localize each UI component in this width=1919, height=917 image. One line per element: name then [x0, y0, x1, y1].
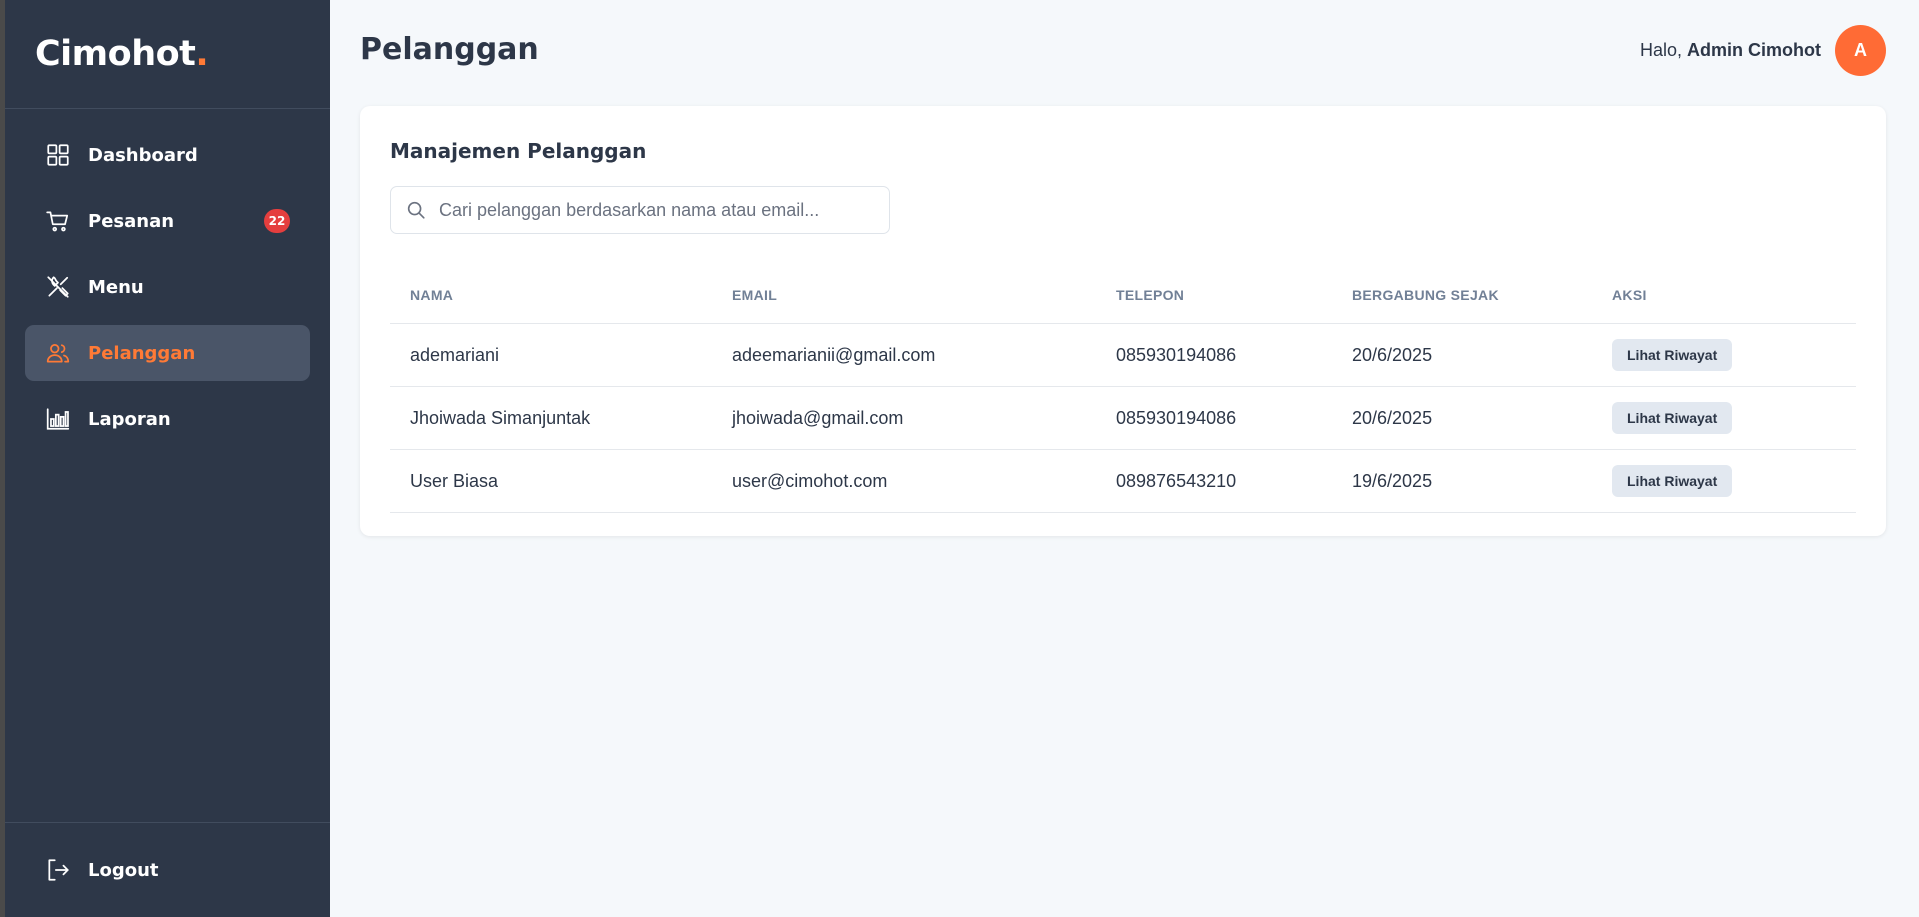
sidebar-item-dashboard[interactable]: Dashboard — [25, 127, 310, 183]
table-header: NAMA EMAIL TELEPON BERGABUNG SEJAK AKSI — [390, 266, 1856, 324]
cell-bergabung: 20/6/2025 — [1352, 344, 1433, 365]
sidebar-item-label: Menu — [88, 276, 144, 298]
user-name: Admin Cimohot — [1687, 40, 1821, 60]
column-header-email: EMAIL — [732, 286, 778, 303]
sidebar-item-label: Dashboard — [88, 144, 198, 166]
column-header-nama: NAMA — [410, 286, 454, 303]
sidebar-item-menu[interactable]: Menu — [25, 259, 310, 315]
sidebar-item-label: Pesanan — [88, 210, 175, 232]
logout-icon — [45, 857, 71, 883]
cell-nama: ademariani — [410, 344, 500, 365]
column-header-bergabung: BERGABUNG SEJAK — [1352, 286, 1499, 303]
customers-table: NAMA EMAIL TELEPON BERGABUNG SEJAK AKSI … — [390, 266, 1856, 513]
cell-aksi: Lihat Riwayat — [1612, 465, 1856, 497]
table-row: ademariani adeemarianii@gmail.com 085930… — [390, 324, 1856, 387]
sidebar-item-label: Pelanggan — [88, 342, 196, 364]
cart-icon — [45, 208, 71, 234]
cell-aksi: Lihat Riwayat — [1612, 339, 1856, 371]
cell-bergabung: 19/6/2025 — [1352, 470, 1433, 491]
brand-name: Cimohot — [35, 34, 196, 74]
cell-telepon: 085930194086 — [1116, 407, 1237, 428]
bar-chart-icon — [45, 406, 71, 432]
sidebar-item-label: Laporan — [88, 408, 171, 430]
sidebar-nav: Dashboard Pesanan 22 Menu Pelanggan Lapo… — [5, 109, 330, 457]
column-header-aksi: AKSI — [1612, 286, 1647, 303]
customer-management-card: Manajemen Pelanggan NAMA EMAIL TELEPON B… — [360, 106, 1886, 536]
brand-logo[interactable]: Cimohot. — [5, 0, 330, 109]
cell-nama: User Biasa — [410, 470, 499, 491]
page-title: Pelanggan — [360, 32, 539, 67]
card-title: Manajemen Pelanggan — [390, 139, 647, 163]
app-window: Cimohot. Dashboard Pesanan 22 Menu Pelan… — [5, 0, 1919, 917]
view-history-button[interactable]: Lihat Riwayat — [1612, 339, 1733, 371]
cell-email: user@cimohot.com — [732, 470, 888, 491]
greeting-text: Halo, Admin Cimohot — [1640, 40, 1821, 61]
logout-label: Logout — [88, 859, 159, 881]
view-history-button[interactable]: Lihat Riwayat — [1612, 465, 1733, 497]
sidebar-item-laporan[interactable]: Laporan — [25, 391, 310, 447]
utensils-icon — [45, 274, 71, 300]
sidebar: Cimohot. Dashboard Pesanan 22 Menu Pelan… — [5, 0, 330, 917]
greeting-prefix: Halo, — [1639, 40, 1682, 60]
cell-email: jhoiwada@gmail.com — [732, 407, 904, 428]
orders-count-badge: 22 — [264, 209, 290, 233]
table-row: User Biasa user@cimohot.com 089876543210… — [390, 450, 1856, 513]
logout-button[interactable]: Logout — [25, 842, 310, 898]
sidebar-item-pesanan[interactable]: Pesanan 22 — [25, 193, 310, 249]
users-icon — [45, 340, 71, 366]
cell-nama: Jhoiwada Simanjuntak — [410, 407, 591, 428]
cell-email: adeemarianii@gmail.com — [732, 344, 936, 365]
search-box[interactable] — [390, 186, 890, 234]
sidebar-footer: Logout — [5, 822, 330, 917]
search-input[interactable] — [439, 199, 879, 221]
search-icon — [407, 201, 425, 219]
sidebar-item-pelanggan[interactable]: Pelanggan — [25, 325, 310, 381]
brand-dot: . — [195, 34, 209, 74]
cell-aksi: Lihat Riwayat — [1612, 402, 1856, 434]
column-header-telepon: TELEPON — [1116, 286, 1185, 303]
avatar[interactable]: A — [1835, 25, 1886, 76]
cell-telepon: 089876543210 — [1116, 470, 1237, 491]
cell-telepon: 085930194086 — [1116, 344, 1237, 365]
dashboard-grid-icon — [45, 142, 71, 168]
main-content: Pelanggan Halo, Admin Cimohot A Manajeme… — [330, 0, 1919, 917]
cell-bergabung: 20/6/2025 — [1352, 407, 1433, 428]
user-menu: Halo, Admin Cimohot A — [1640, 25, 1886, 76]
table-row: Jhoiwada Simanjuntak jhoiwada@gmail.com … — [390, 387, 1856, 450]
view-history-button[interactable]: Lihat Riwayat — [1612, 402, 1733, 434]
